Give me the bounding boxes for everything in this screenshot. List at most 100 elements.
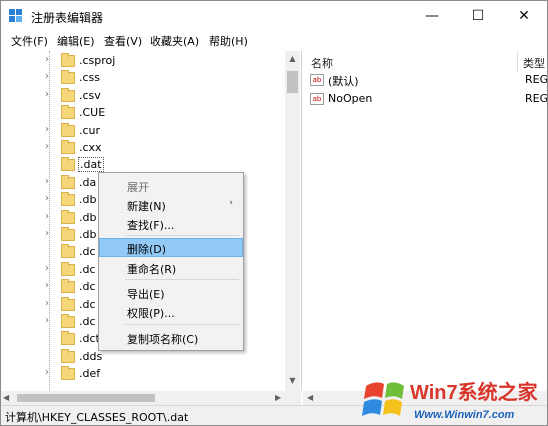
expand-chevron-icon[interactable]: › (45, 193, 55, 204)
menu-item-copy-key-name[interactable]: 复制项名称(C) (99, 328, 243, 347)
tree-item-label: .cur (79, 123, 101, 137)
hscroll-thumb[interactable] (17, 394, 155, 402)
close-icon: ✕ (518, 8, 530, 24)
tree-vertical-scrollbar[interactable]: ▲ ▼ (285, 51, 300, 391)
tree-item-label: .css (79, 71, 101, 85)
menu-item-rename[interactable]: 重命名(R) (99, 258, 243, 277)
menu-item-delete[interactable]: 删除(D) (99, 238, 243, 257)
expand-chevron-icon[interactable]: › (45, 367, 55, 378)
close-button[interactable]: ✕ (501, 1, 547, 31)
menu-separator (125, 235, 239, 236)
expand-chevron-icon[interactable]: › (45, 228, 55, 239)
tree-item[interactable]: › .cxx (1, 140, 281, 157)
watermark-brand: Win7系统之家 (410, 380, 539, 404)
menu-separator (125, 279, 239, 280)
regedit-app-icon (9, 9, 22, 22)
scroll-down-icon[interactable]: ▼ (285, 373, 300, 388)
tree-item[interactable]: › .def (1, 366, 281, 383)
minimize-button[interactable]: — (409, 1, 455, 31)
maximize-button[interactable]: ☐ (455, 1, 501, 31)
menu-item-new[interactable]: 新建(N) › (99, 195, 243, 214)
tree-item-label: .dct (79, 332, 100, 346)
folder-icon (61, 244, 75, 259)
tree-item-label: .dc (79, 315, 96, 328)
menu-bar: 文件(F) 编辑(E) 查看(V) 收藏夹(A) 帮助(H) (1, 31, 547, 51)
string-value-icon: ab (310, 74, 324, 86)
value-row-default[interactable]: ab (默认) REG (307, 72, 547, 90)
tree-item-label: .dc (79, 262, 96, 276)
windows-logo-icon (362, 382, 404, 416)
scroll-up-icon[interactable]: ▲ (285, 51, 300, 66)
expand-chevron-icon[interactable]: › (45, 141, 55, 152)
regedit-window: 注册表编辑器 — ☐ ✕ 文件(F) 编辑(E) 查看(V) 收藏夹(A) 帮助… (0, 0, 548, 426)
tree-item-label: .da (79, 175, 97, 189)
value-row-noopen[interactable]: ab NoOpen REG (307, 91, 547, 109)
menu-favorites[interactable]: 收藏夹(A) (150, 33, 199, 49)
tree-item-label: .csproj (79, 54, 116, 67)
menu-separator (125, 324, 239, 325)
expand-chevron-icon[interactable]: › (45, 124, 55, 135)
scroll-right-icon[interactable]: ▶ (275, 391, 281, 405)
tree-item[interactable]: › .csv (1, 87, 281, 105)
scroll-left-icon[interactable]: ◀ (307, 391, 313, 405)
tree-item[interactable]: .CUE (1, 105, 281, 122)
folder-icon (61, 87, 75, 102)
folder-icon (61, 348, 75, 363)
folder-icon (61, 209, 75, 224)
tree-item-label: .dc (79, 280, 96, 294)
submenu-arrow-icon: › (229, 198, 233, 208)
tree-item[interactable]: › .css (1, 70, 281, 87)
menu-item-export[interactable]: 导出(E) (99, 283, 243, 302)
menu-file[interactable]: 文件(F) (11, 33, 48, 49)
column-header-type[interactable]: 类型 (523, 55, 545, 71)
menu-item-permissions[interactable]: 权限(P)... (99, 302, 243, 321)
folder-icon (61, 105, 75, 120)
column-separator[interactable] (517, 51, 518, 73)
folder-icon (61, 296, 75, 311)
tree-item-label: .csv (79, 88, 101, 102)
context-menu: 展开 新建(N) › 查找(F)... 删除(D) 重命名(R) 导出(E) 权限… (98, 172, 244, 351)
menu-item-expand[interactable]: 展开 (99, 176, 243, 195)
maximize-icon: ☐ (471, 8, 485, 24)
folder-icon (61, 53, 75, 67)
tree-item[interactable]: › .csproj (1, 53, 281, 70)
tree-item-label: .CUE (79, 106, 106, 120)
expand-chevron-icon[interactable]: › (45, 280, 55, 291)
tree-item-label: .db (79, 210, 97, 224)
folder-icon (61, 70, 75, 85)
tree-item[interactable]: .dds (1, 348, 281, 366)
menu-help[interactable]: 帮助(H) (209, 33, 248, 49)
menu-item-find[interactable]: 查找(F)... (99, 214, 243, 233)
scroll-left-icon[interactable]: ◀ (3, 391, 9, 405)
expand-chevron-icon[interactable]: › (45, 176, 55, 187)
expand-chevron-icon[interactable]: › (45, 89, 55, 100)
tree-horizontal-scrollbar[interactable]: ◀ ▶ (1, 391, 301, 405)
folder-icon (61, 366, 75, 381)
watermark-url: Www.Winwin7.com (414, 409, 515, 421)
column-header-name[interactable]: 名称 (311, 55, 333, 71)
folder-icon (61, 192, 75, 207)
folder-icon (61, 279, 75, 294)
folder-icon (61, 227, 75, 241)
expand-chevron-icon[interactable]: › (45, 211, 55, 222)
value-type: REG (525, 73, 547, 86)
folder-icon (61, 140, 75, 154)
folder-icon (61, 331, 75, 346)
expand-chevron-icon[interactable]: › (45, 263, 55, 274)
values-pane: 名称 类型 ab (默认) REG ab NoOpen REG (303, 51, 547, 405)
menu-view[interactable]: 查看(V) (104, 33, 142, 49)
expand-chevron-icon[interactable]: › (45, 315, 55, 326)
tree-item-label: .db (79, 228, 97, 241)
tree-item-label: .dds (79, 349, 103, 363)
tree-item[interactable]: › .cur (1, 122, 281, 140)
value-name: NoOpen (328, 92, 373, 105)
folder-icon (61, 261, 75, 276)
win7-watermark: Win7系统之家 Www.Winwin7.com (362, 380, 539, 421)
expand-chevron-icon[interactable]: › (45, 54, 55, 65)
window-title: 注册表编辑器 (31, 11, 104, 25)
expand-chevron-icon[interactable]: › (45, 298, 55, 309)
menu-edit[interactable]: 编辑(E) (57, 33, 95, 49)
scroll-thumb[interactable] (287, 71, 298, 93)
value-name: (默认) (328, 75, 359, 88)
expand-chevron-icon[interactable]: › (45, 71, 55, 82)
